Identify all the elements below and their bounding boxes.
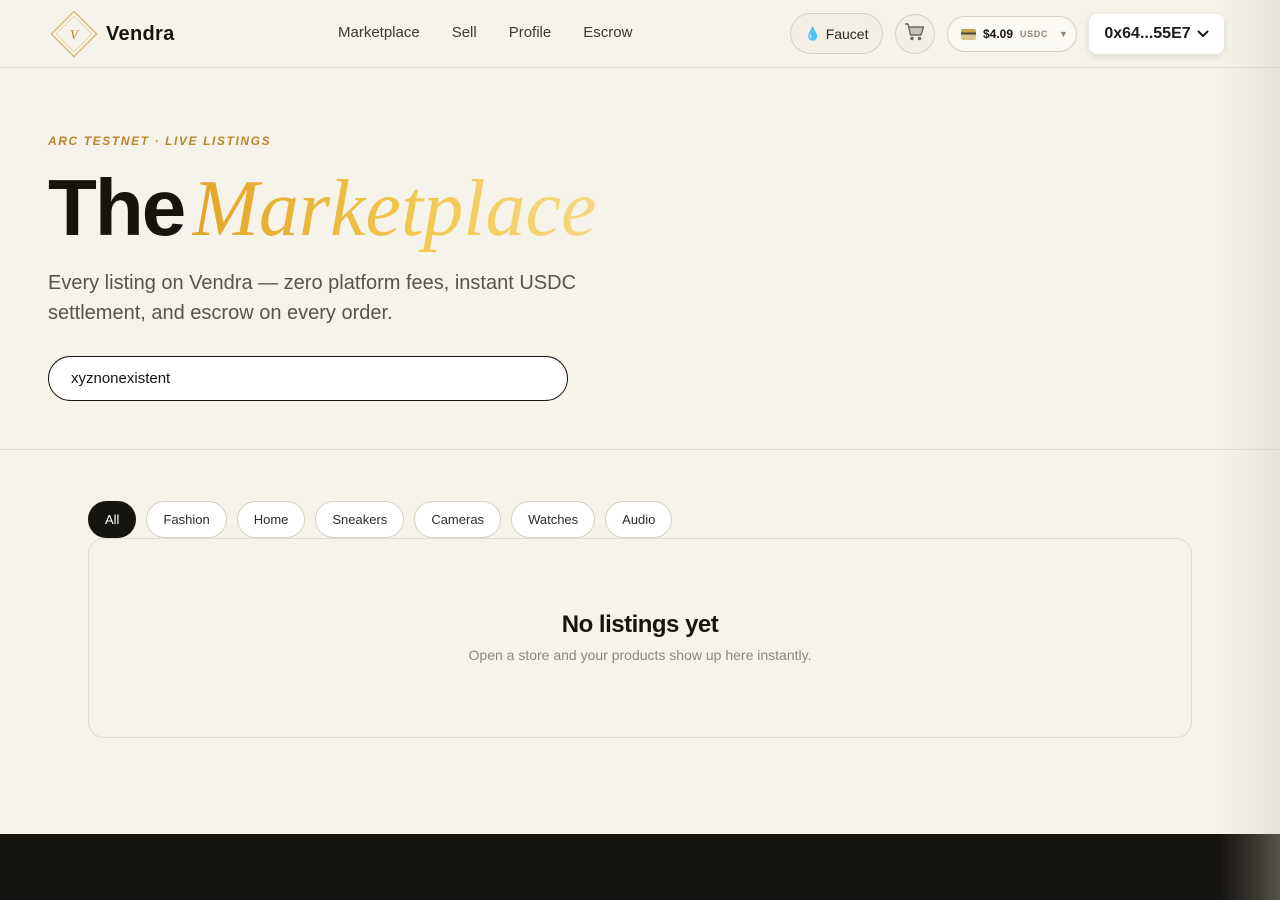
nav-marketplace[interactable]: Marketplace bbox=[338, 24, 420, 41]
title-accent: Marketplace bbox=[192, 165, 602, 253]
nav-sell[interactable]: Sell bbox=[452, 24, 477, 41]
category-filters: All Fashion Home Sneakers Cameras Watche… bbox=[88, 501, 673, 538]
faucet-label: Faucet bbox=[825, 25, 869, 42]
main-nav: Marketplace Sell Profile Escrow bbox=[338, 24, 632, 41]
wallet-button[interactable]: 0x64...55E7 bbox=[1089, 14, 1224, 54]
page-footer bbox=[0, 834, 1280, 900]
category-chip-fashion[interactable]: Fashion bbox=[146, 501, 227, 538]
balance-amount: $4.09 bbox=[983, 27, 1014, 41]
search-input[interactable] bbox=[48, 356, 568, 401]
balance-unit: USDC bbox=[1020, 29, 1048, 39]
wallet-address: 0x64...55E7 bbox=[1104, 25, 1191, 42]
brand-name: Vendra bbox=[106, 22, 175, 45]
faucet-button[interactable]: 💧 Faucet bbox=[790, 13, 883, 54]
brand-logo[interactable]: V Vendra bbox=[48, 8, 175, 60]
category-chip-watches[interactable]: Watches bbox=[511, 501, 596, 538]
category-chip-audio[interactable]: Audio bbox=[605, 501, 673, 538]
page-title: The Marketplace bbox=[48, 160, 603, 257]
cart-icon bbox=[904, 22, 926, 47]
category-chip-home[interactable]: Home bbox=[236, 501, 306, 538]
hero-eyebrow: ARC TESTNET · LIVE LISTINGS bbox=[48, 134, 272, 148]
chevron-down-icon bbox=[1197, 30, 1209, 38]
empty-state-panel: No listings yet Open a store and your pr… bbox=[88, 538, 1192, 738]
top-header: V Vendra Marketplace Sell Profile Escrow… bbox=[0, 0, 1280, 68]
caret-down-icon: ▼ bbox=[1058, 29, 1068, 39]
empty-state-title: No listings yet bbox=[561, 611, 719, 638]
svg-text:V: V bbox=[70, 28, 80, 43]
section-divider bbox=[0, 449, 1280, 450]
logo-diamond-icon: V bbox=[48, 8, 100, 60]
cart-button[interactable] bbox=[895, 14, 935, 54]
title-plain: The bbox=[48, 163, 186, 252]
hero-subtitle: Every listing on Vendra — zero platform … bbox=[48, 272, 577, 324]
card-icon bbox=[961, 28, 976, 40]
nav-escrow[interactable]: Escrow bbox=[583, 24, 632, 41]
empty-state-subtitle: Open a store and your products show up h… bbox=[468, 647, 812, 663]
category-chip-all[interactable]: All bbox=[88, 501, 137, 538]
water-drop-icon: 💧 bbox=[804, 25, 821, 41]
category-chip-cameras[interactable]: Cameras bbox=[414, 501, 502, 538]
nav-profile[interactable]: Profile bbox=[509, 24, 552, 41]
edge-shadow bbox=[1220, 0, 1280, 900]
balance-dropdown[interactable]: $4.09 USDC ▼ bbox=[947, 16, 1077, 52]
category-chip-sneakers[interactable]: Sneakers bbox=[315, 501, 405, 538]
